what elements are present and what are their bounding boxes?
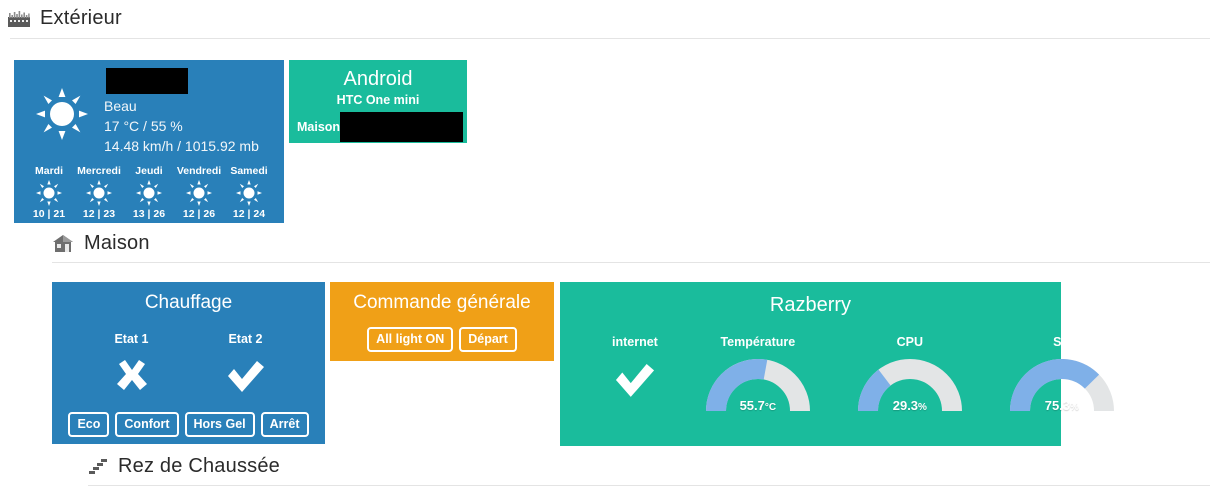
commande-buttons: All light ON Départ (330, 327, 554, 352)
sd-gauge: 75.3% (1009, 359, 1114, 413)
gauge-number: 55.7 (739, 398, 765, 413)
weather-current: Beau 17 °C / 55 % 14.48 km/h / 1015.92 m… (14, 60, 284, 156)
sun-icon (24, 180, 74, 206)
gauge-value-cpu: 29.3% (858, 398, 962, 413)
forecast-day-name: Mercredi (77, 165, 121, 177)
section-divider-rez-de-chaussee (88, 485, 1210, 486)
sun-icon (74, 180, 124, 206)
temperature-gauge: 55.7°C (705, 359, 810, 413)
forecast-day-name: Vendredi (176, 165, 222, 177)
chauffage-widget[interactable]: Chauffage Etat 1 Etat 2 Eco Confort Hors… (52, 282, 325, 444)
gauge-value-sd: 75.3% (1010, 398, 1114, 413)
razberry-item-temperature: Température 55.7°C (705, 335, 810, 413)
sun-icon (174, 180, 224, 206)
forecast-day-temps: 12 | 23 (82, 208, 116, 220)
section-title: Rez de Chaussée (118, 455, 280, 477)
razberry-items: internet Température 55.7°C CPU 29.3% SD… (560, 335, 1114, 413)
gauge-unit: % (918, 402, 927, 413)
stairs-icon (88, 458, 108, 475)
section-divider-maison (52, 262, 1210, 263)
item-label: SD (1053, 335, 1071, 349)
razberry-item-cpu: CPU 29.3% (857, 335, 962, 413)
house-icon (52, 234, 74, 253)
commande-button-all-light-on[interactable]: All light ON (367, 327, 454, 352)
forecast-day-temps: 10 | 21 (32, 208, 66, 220)
section-header-maison: Maison (52, 232, 150, 255)
section-title: Maison (84, 232, 150, 254)
android-widget[interactable]: Android HTC One mini Maison (289, 60, 467, 143)
chauffage-button-hors-gel[interactable]: Hors Gel (184, 412, 255, 437)
sun-icon (224, 180, 274, 206)
commande-title: Commande générale (353, 292, 531, 313)
razberry-item-sd: SD 75.3% (1009, 335, 1114, 413)
gauge-unit: °C (764, 402, 777, 413)
commande-button-depart[interactable]: Départ (459, 327, 517, 352)
sun-icon (124, 180, 174, 206)
state-label: Etat 1 (114, 332, 149, 346)
sun-icon (36, 88, 88, 140)
forecast-day: Mardi 10 | 21 (24, 164, 74, 221)
forecast-day-temps: 13 | 26 (132, 208, 166, 220)
forecast-day-temps: 12 | 26 (182, 208, 216, 220)
weather-redacted-value (106, 68, 188, 94)
commande-generale-widget[interactable]: Commande générale All light ON Départ (330, 282, 554, 361)
forecast-day: Jeudi 13 | 26 (124, 164, 174, 221)
forecast-day-name: Jeudi (135, 165, 163, 177)
weather-widget[interactable]: Beau 17 °C / 55 % 14.48 km/h / 1015.92 m… (14, 60, 284, 223)
weather-wind-pressure: 14.48 km/h / 1015.92 mb (104, 138, 259, 154)
android-location-label: Maison (297, 120, 341, 134)
forecast-day: Mercredi 12 | 23 (74, 164, 124, 221)
cross-icon (99, 360, 165, 394)
check-icon (612, 363, 658, 399)
item-label: internet (612, 335, 658, 349)
chauffage-buttons: Eco Confort Hors Gel Arrêt (52, 412, 325, 437)
android-model: HTC One mini (336, 93, 420, 107)
state-label: Etat 2 (228, 332, 263, 346)
weather-condition: Beau (104, 98, 137, 114)
chauffage-button-eco[interactable]: Eco (68, 412, 110, 437)
weather-temp-humidity: 17 °C / 55 % (104, 118, 183, 134)
forecast-day-temps: 12 | 24 (232, 208, 266, 220)
weather-forecast: Mardi 10 | 21 Mercredi 12 | 23 Jeudi 13 … (14, 156, 284, 221)
gauge-unit: % (1070, 402, 1079, 413)
android-location-row: Maison (289, 112, 467, 142)
chauffage-state-1: Etat 1 (99, 332, 165, 394)
chauffage-states: Etat 1 Etat 2 (52, 332, 325, 394)
android-redacted-value (340, 112, 463, 142)
forecast-day-name: Mardi (34, 165, 63, 177)
item-label: Température (720, 335, 796, 349)
section-header-rez-de-chaussee: Rez de Chaussée (88, 455, 280, 478)
razberry-item-internet: internet (612, 335, 658, 413)
chauffage-button-arret[interactable]: Arrêt (260, 412, 309, 437)
cpu-gauge: 29.3% (857, 359, 962, 413)
check-icon (213, 360, 279, 394)
forecast-day-name: Samedi (230, 165, 268, 177)
razberry-title: Razberry (769, 294, 852, 316)
chauffage-title: Chauffage (144, 292, 233, 313)
chauffage-button-confort[interactable]: Confort (115, 412, 179, 437)
razberry-widget[interactable]: Razberry internet Température 55.7°C CPU… (560, 282, 1114, 446)
gauge-value-temperature: 55.7°C (706, 398, 810, 413)
android-title: Android (343, 68, 413, 90)
gauge-number: 75.3 (1044, 398, 1071, 413)
factory-icon (8, 10, 30, 27)
forecast-day: Samedi 12 | 24 (224, 164, 274, 221)
forecast-day: Vendredi 12 | 26 (174, 164, 224, 221)
weather-condition-icon-wrap (26, 66, 98, 140)
chauffage-state-2: Etat 2 (213, 332, 279, 394)
section-divider-exterieur (10, 38, 1210, 39)
gauge-number: 29.3 (892, 398, 919, 413)
section-header-exterieur: Extérieur (8, 7, 122, 30)
weather-readings: Beau 17 °C / 55 % 14.48 km/h / 1015.92 m… (98, 66, 259, 156)
item-label: CPU (896, 335, 924, 349)
section-title: Extérieur (40, 7, 122, 29)
